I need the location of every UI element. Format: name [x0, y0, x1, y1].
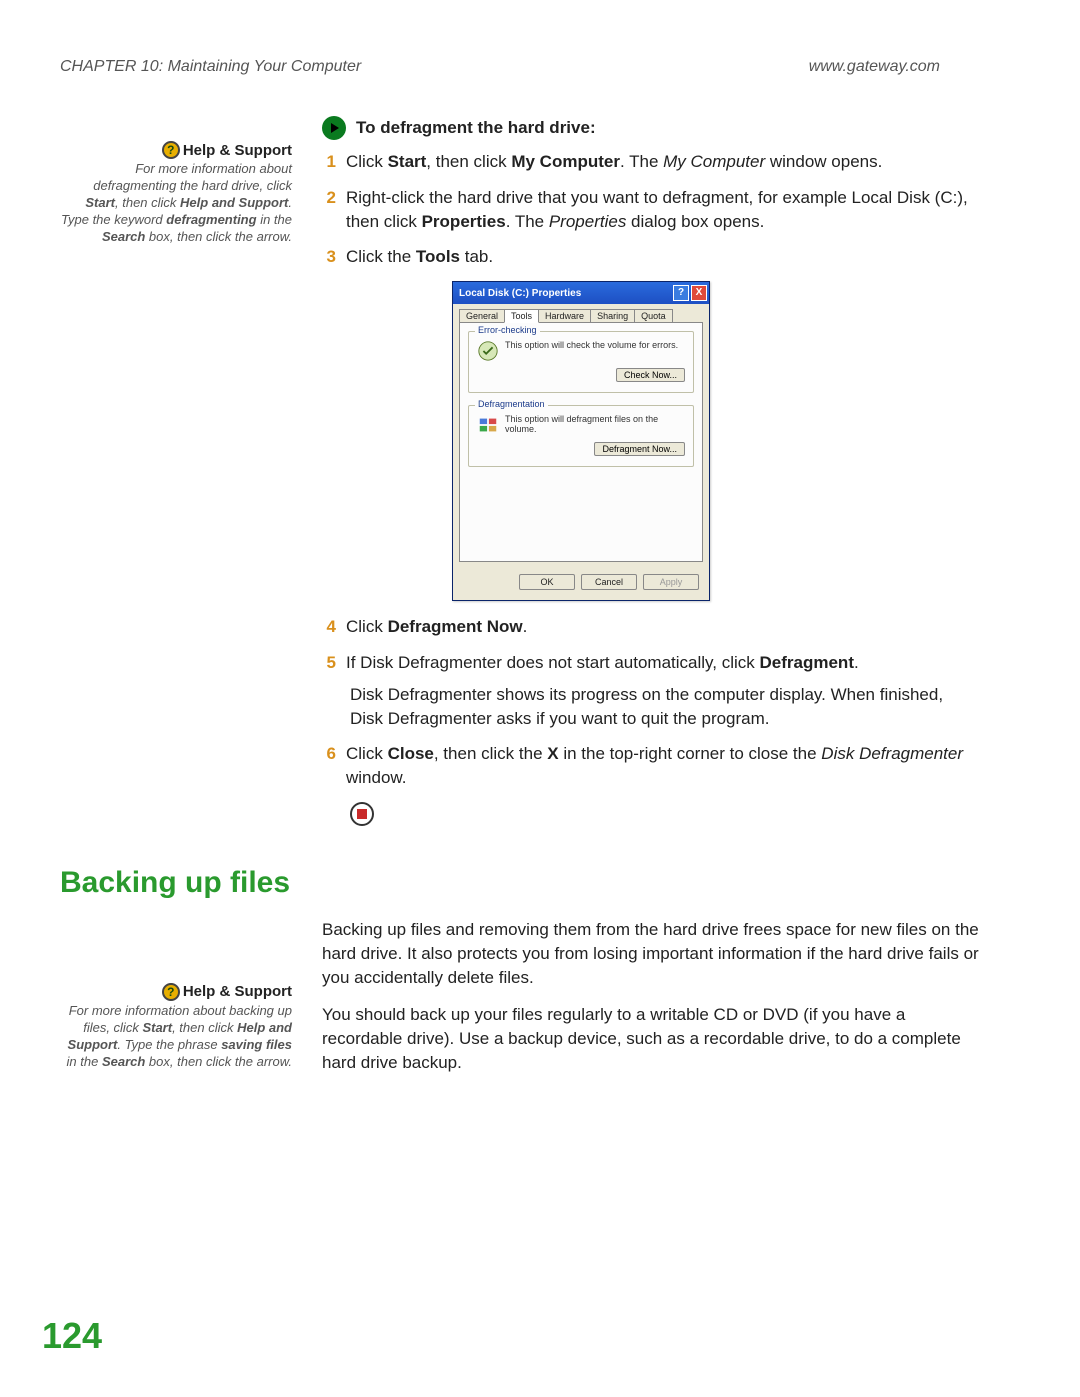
step-5-extra: Disk Defragmenter shows its progress on …	[350, 683, 980, 731]
dialog-title: Local Disk (C:) Properties	[459, 288, 581, 299]
chapter-label: CHAPTER 10: Maintaining Your Computer	[60, 58, 361, 76]
document-page: CHAPTER 10: Maintaining Your Computer ww…	[0, 0, 1080, 1397]
tab-general[interactable]: General	[459, 309, 505, 322]
stop-icon	[350, 802, 374, 826]
help-body-2: For more information about backing up fi…	[60, 1003, 292, 1071]
play-icon	[322, 116, 346, 140]
dialog-titlebar: Local Disk (C:) Properties ? X	[453, 282, 709, 304]
section-heading: To defragment the hard drive:	[322, 116, 980, 140]
defragmentation-group: Defragmentation This option will defragm…	[468, 405, 694, 467]
step-5: 5 If Disk Defragmenter does not start au…	[322, 651, 980, 675]
heading-text: To defragment the hard drive:	[356, 118, 596, 138]
tab-sharing[interactable]: Sharing	[590, 309, 635, 322]
dialog-tabs: General Tools Hardware Sharing Quota	[453, 304, 709, 322]
cancel-button[interactable]: Cancel	[581, 574, 637, 590]
help-body-1: For more information about defragmenting…	[60, 161, 292, 245]
tab-tools[interactable]: Tools	[504, 309, 539, 323]
error-checking-text: This option will check the volume for er…	[505, 340, 678, 350]
backing-up-heading: Backing up files	[60, 866, 980, 900]
dialog-footer: OK Cancel Apply	[453, 568, 709, 600]
backup-p2: You should back up your files regularly …	[322, 1003, 980, 1074]
titlebar-help-button[interactable]: ?	[673, 285, 689, 301]
ok-button[interactable]: OK	[519, 574, 575, 590]
check-now-button[interactable]: Check Now...	[616, 368, 685, 382]
backup-body: Backing up files and removing them from …	[322, 918, 980, 1089]
sidebar: ? Help & Support For more information ab…	[60, 116, 292, 826]
titlebar-close-button[interactable]: X	[691, 285, 707, 301]
question-icon: ?	[162, 141, 180, 159]
step-3: 3 Click the Tools tab.	[322, 245, 980, 269]
step-1: 1 Click Start, then click My Computer. T…	[322, 150, 980, 174]
disk-check-icon	[477, 340, 499, 362]
sidebar-2: ? Help & Support For more information ab…	[60, 918, 292, 1089]
step-4: 4 Click Defragment Now.	[322, 615, 980, 639]
tab-quota[interactable]: Quota	[634, 309, 673, 322]
help-box-2: ? Help & Support For more information ab…	[60, 983, 292, 1071]
defrag-icon	[477, 414, 499, 436]
help-title-2: Help & Support	[183, 983, 292, 1000]
backup-p1: Backing up files and removing them from …	[322, 918, 980, 989]
page-header: CHAPTER 10: Maintaining Your Computer ww…	[60, 58, 980, 76]
defragmentation-text: This option will defragment files on the…	[505, 414, 685, 434]
defragment-now-button[interactable]: Defragment Now...	[594, 442, 685, 456]
question-icon: ?	[162, 983, 180, 1001]
error-checking-group: Error-checking This option will check th…	[468, 331, 694, 393]
help-title-1: Help & Support	[183, 142, 292, 159]
help-box-1: ? Help & Support For more information ab…	[60, 141, 292, 245]
properties-dialog: Local Disk (C:) Properties ? X General T…	[452, 281, 710, 601]
site-label: www.gateway.com	[809, 58, 940, 76]
dialog-body: Error-checking This option will check th…	[459, 322, 703, 562]
main-content: To defragment the hard drive: 1 Click St…	[322, 116, 980, 826]
tab-hardware[interactable]: Hardware	[538, 309, 591, 322]
error-checking-legend: Error-checking	[475, 325, 540, 335]
apply-button[interactable]: Apply	[643, 574, 699, 590]
defragmentation-legend: Defragmentation	[475, 399, 548, 409]
page-number: 124	[42, 1315, 102, 1357]
step-2: 2 Right-click the hard drive that you wa…	[322, 186, 980, 234]
step-6: 6 Click Close, then click the X in the t…	[322, 742, 980, 790]
